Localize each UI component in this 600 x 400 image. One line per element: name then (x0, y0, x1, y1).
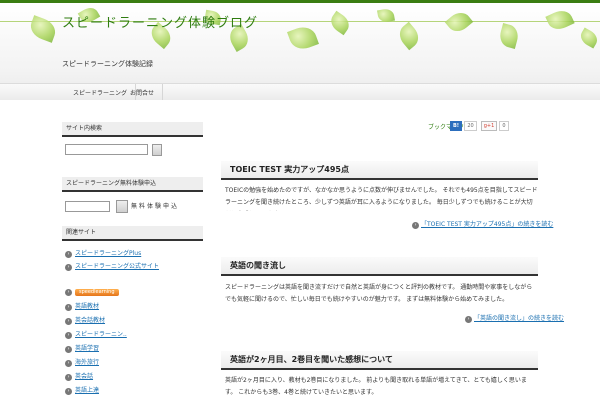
sidebar-badge-link[interactable]: › speedlearning (65, 288, 119, 298)
hatena-bookmark-button[interactable]: B! (450, 121, 462, 131)
chevron-right-icon: › (412, 221, 419, 229)
speedlearning-badge[interactable]: speedlearning (75, 289, 119, 296)
post-body: TOEICの勉強を始めたのですが、なかなか思うように点数が伸びませんでした。 そ… (225, 187, 538, 206)
post-title[interactable]: TOEIC TEST 実力アップ495点 (221, 161, 538, 180)
sidebar-menu-item[interactable]: › 英語学習 (65, 344, 99, 354)
chevron-right-icon: › (65, 345, 72, 353)
leaf-decoration (327, 10, 353, 36)
chevron-right-icon: › (65, 331, 72, 339)
chevron-right-icon: › (65, 289, 72, 296)
chevron-right-icon: › (65, 359, 72, 367)
sidebar-menu-item[interactable]: › 英語上達 (65, 386, 99, 396)
post-body: 英語が2ヶ月目に入り、教材も2巻目になりました。 前よりも聞き取れる単語が増えて… (225, 377, 527, 396)
leaf-decoration (27, 15, 59, 43)
read-more-link[interactable]: › 「英語の聞き流し」の続きを読む (465, 314, 564, 324)
nav-bar: スピードラーニング お問合せ (0, 83, 600, 100)
sidebar-link-official[interactable]: › スピードラーニング公式サイト (65, 262, 159, 272)
links-widget-title: 関連サイト (62, 226, 203, 241)
chevron-right-icon: › (65, 373, 72, 381)
sidebar-menu-item[interactable]: › スピードラーニン.. (65, 330, 127, 340)
register-widget-title: スピードラーニング無料体験申込 (62, 177, 203, 192)
chevron-right-icon: › (65, 303, 72, 311)
gplus-count: 0 (499, 121, 509, 131)
leaf-decoration (395, 21, 423, 51)
search-input[interactable] (65, 144, 148, 155)
gplus-button[interactable]: g+1 (481, 121, 497, 131)
chevron-right-icon: › (65, 387, 72, 395)
site-title[interactable]: スピードラーニング体験ブログ (62, 12, 258, 31)
sidebar-link-plus[interactable]: › スピードラーニングPlus (65, 249, 141, 259)
post-title[interactable]: 英語が2ヶ月目、2巻目を聞いた感想について (221, 351, 538, 370)
chevron-right-icon: › (65, 263, 72, 271)
register-label: 無料体験申込 (131, 203, 180, 210)
sidebar-menu-item[interactable]: › 英語教材 (65, 302, 99, 312)
register-email-input[interactable] (65, 201, 110, 212)
hatena-count: 20 (464, 121, 477, 131)
leaf-decoration (577, 27, 600, 49)
chevron-right-icon: › (65, 250, 72, 258)
chevron-right-icon: › (465, 315, 472, 323)
chevron-right-icon: › (65, 317, 72, 325)
register-button[interactable] (116, 200, 128, 213)
nav-item-contact[interactable]: お問合せ (122, 84, 164, 100)
search-widget-title: サイト内検索 (62, 122, 203, 137)
read-more-link[interactable]: › 「TOEIC TEST 実力アップ495点」の続きを読む (412, 220, 553, 230)
leaf-decoration (444, 8, 474, 36)
leaf-decoration (497, 23, 521, 49)
sidebar-menu-item[interactable]: › 海外旅行 (65, 358, 99, 368)
site-tagline: スピードラーニング体験記録 (62, 60, 153, 68)
sidebar-menu-item[interactable]: › 英会話教材 (65, 316, 105, 326)
leaf-decoration (287, 23, 319, 53)
search-button[interactable] (152, 144, 162, 156)
post-body: スピードラーニングは英語を聞き流すだけで自然と英語が身につくと評判の教材です。 … (225, 284, 533, 303)
sidebar-menu-item[interactable]: › 英会話 (65, 372, 93, 382)
post-title[interactable]: 英語の聞き流し (221, 257, 538, 276)
leaf-decoration (545, 6, 575, 34)
header: スピードラーニング体験ブログ スピードラーニング体験記録 スピードラーニング お… (0, 3, 600, 100)
